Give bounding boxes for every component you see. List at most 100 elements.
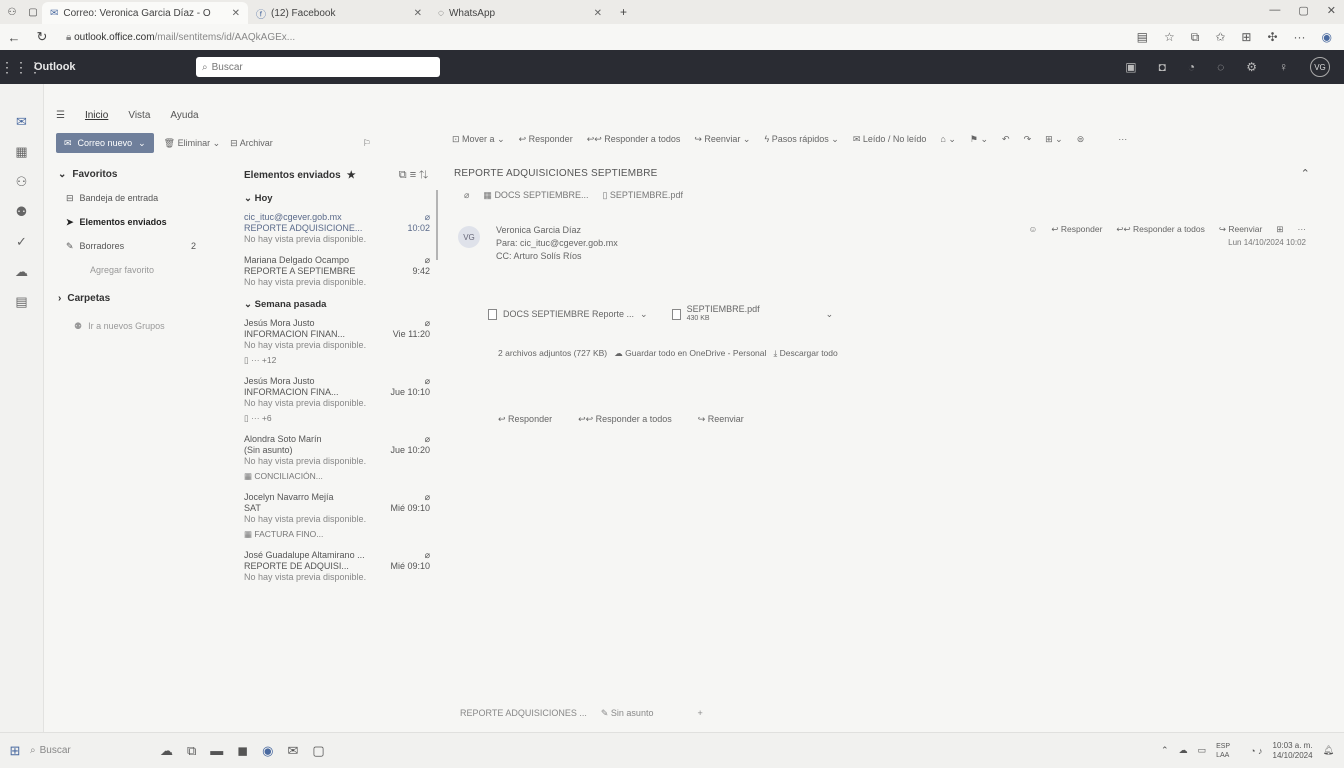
delete-button[interactable]: 🗑︎ Eliminar ⌄ <box>164 138 221 149</box>
windows-start-icon[interactable]: ⊞ <box>0 743 30 759</box>
archive-button[interactable]: ⊟ Archivar <box>230 138 273 149</box>
copilot-icon[interactable]: ◉ <box>1322 30 1332 45</box>
groups-link[interactable]: ⚉ Ir a nuevos Grupos <box>44 314 226 338</box>
reply-button[interactable]: ↩ Responder <box>1051 224 1102 235</box>
tab-ayuda[interactable]: Ayuda <box>170 110 198 121</box>
save-onedrive-link[interactable]: ☁ Guardar todo en OneDrive - Personal <box>614 348 766 358</box>
close-window-icon[interactable]: ✕ <box>1327 4 1336 17</box>
group-today[interactable]: ⌄ Hoy <box>226 188 438 208</box>
minimize-icon[interactable]: — <box>1269 4 1280 17</box>
collapse-icon[interactable]: ⌃ <box>1301 167 1314 180</box>
browser-profile-icon[interactable]: ⚇ <box>0 7 24 18</box>
tab-vista[interactable]: Vista <box>128 110 150 121</box>
more-icon[interactable]: ··· <box>1298 224 1307 235</box>
favorites-icon[interactable]: ✩ <box>1215 30 1225 45</box>
back-icon[interactable]: ← <box>0 30 28 45</box>
chevron-down-icon[interactable]: ⌄ <box>640 309 648 320</box>
reply-button[interactable]: ↩ Responder <box>498 414 552 425</box>
star-icon[interactable]: ★ <box>347 170 356 181</box>
attachment-chip[interactable]: ▦ FACTURA FINO... <box>244 529 430 540</box>
emoji-icon[interactable]: ☺ <box>1029 224 1038 235</box>
close-icon[interactable]: ✕ <box>594 8 602 19</box>
sidebar-item-sent[interactable]: ➤ Elementos enviados <box>44 210 226 234</box>
list-item[interactable]: José Guadalupe Altamirano ... ⌀ REPORTE D… <box>226 546 438 589</box>
undo-icon[interactable]: ↶ <box>1002 134 1010 145</box>
collections-icon[interactable]: ⊞ <box>1241 30 1251 45</box>
gear-icon[interactable]: ⚙ <box>1246 60 1257 74</box>
add-icon[interactable]: + <box>697 708 702 719</box>
meet-icon[interactable]: ▣ <box>1125 60 1136 74</box>
extensions-icon[interactable]: ✣ <box>1267 30 1277 45</box>
taskview-icon[interactable]: ⧉ <box>187 743 196 759</box>
redo-icon[interactable]: ↷ <box>1024 134 1032 145</box>
mail-app-icon[interactable]: ✉ <box>287 743 298 759</box>
filter-icon[interactable]: ≡ <box>410 169 416 181</box>
copy-icon[interactable]: ⧉ <box>399 169 407 181</box>
onedrive-icon[interactable]: ☁ <box>15 264 28 280</box>
list-item[interactable]: cic_ituc@cgever.gob.mx ⌀ REPORTE ADQUISIC… <box>226 208 438 251</box>
tab-inicio[interactable]: Inicio <box>85 110 108 121</box>
report-icon[interactable]: ⚐ <box>363 138 371 149</box>
add-favorite-link[interactable]: Agregar favorito <box>44 258 226 282</box>
mail-icon[interactable]: ✉ <box>16 114 27 130</box>
attachment-chip[interactable]: ▯ ··· +6 <box>244 413 430 424</box>
search-input[interactable]: ⌕ Buscar <box>196 57 440 77</box>
flag-icon[interactable]: ⚑ ⌄ <box>970 134 988 145</box>
download-all-link[interactable]: ⤓ Descargar todo <box>774 348 838 358</box>
ribbon-more-button[interactable]: ··· <box>1118 134 1127 144</box>
close-icon[interactable]: ✕ <box>232 8 240 19</box>
reader-icon[interactable]: ▤ <box>1137 30 1148 45</box>
clock[interactable]: 10:03 a. m. 14/10/2024 <box>1273 741 1313 761</box>
attachment-card[interactable]: SEPTIEMBRE.pdf 430 KB ⌄ <box>671 304 833 324</box>
tab-facebook[interactable]: ⓕ (12) Facebook ✕ <box>248 2 430 24</box>
folders-section[interactable]: › Carpetas <box>44 286 226 310</box>
attachment-chip[interactable]: ▯ SEPTIEMBRE.pdf <box>602 190 682 201</box>
rules-icon[interactable]: ⊞ ⌄ <box>1045 134 1063 145</box>
attachment-card[interactable]: DOCS SEPTIEMBRE Reporte ... ⌄ <box>488 308 648 320</box>
store-icon[interactable]: ◼ <box>237 743 248 759</box>
group-last-week[interactable]: ⌄ Semana pasada <box>226 294 438 314</box>
battery-icon[interactable]: ▭ <box>1198 745 1207 756</box>
new-tab-button[interactable]: + <box>610 5 627 19</box>
onedrive-tray-icon[interactable]: ☁ <box>1179 745 1188 756</box>
language-indicator[interactable]: ESP LAA <box>1216 742 1240 760</box>
notepad-icon[interactable]: ▢ <box>312 743 324 759</box>
sort-icon[interactable]: ⇅ <box>419 169 428 181</box>
split-screen-icon[interactable]: ⧉ <box>1191 30 1200 45</box>
maximize-icon[interactable]: ▢ <box>1298 4 1308 17</box>
sender-name[interactable]: Veronica Garcia Díaz <box>496 224 618 237</box>
app-launcher-icon[interactable]: ⋮⋮⋮ <box>0 59 42 76</box>
immersive-reader-icon[interactable]: ⊜ <box>1077 134 1085 145</box>
chevron-down-icon[interactable]: ⌄ <box>138 138 146 149</box>
reply-all-button[interactable]: ↩↩ Responder a todos <box>587 134 681 145</box>
draft-tab[interactable]: REPORTE ADQUISICIONES ... <box>460 708 587 719</box>
reply-button[interactable]: ↩ Responder <box>519 134 573 145</box>
list-item[interactable]: Mariana Delgado Ocampo ⌀ REPORTE A SEPTIE… <box>226 251 438 294</box>
list-scrollbar[interactable] <box>436 190 438 260</box>
edge-icon[interactable]: ◉ <box>262 743 273 759</box>
tab-outlook[interactable]: ✉ Correo: Veronica Garcia Díaz - O ✕ <box>42 2 248 24</box>
more-icon[interactable]: ··· <box>1294 30 1306 45</box>
groups-icon[interactable]: ⚉ <box>16 204 28 220</box>
apps-icon[interactable]: ▤ <box>15 294 27 310</box>
reload-icon[interactable]: ↻ <box>28 29 56 45</box>
wifi-volume-icon[interactable]: ◔ ♪ <box>1250 746 1262 756</box>
reply-all-button[interactable]: ↩↩ Responder a todos <box>578 414 672 425</box>
move-to-button[interactable]: ⊡ Mover a ⌄ <box>452 134 505 145</box>
attachment-chip[interactable]: ▦ DOCS SEPTIEMBRE... <box>483 190 588 201</box>
list-item[interactable]: Jocelyn Navarro Mejía ⌀ SAT Mié 09:10 No h… <box>226 488 438 546</box>
taskbar-search[interactable]: ⌕ Buscar <box>30 745 150 756</box>
draft-tab[interactable]: ✎ Sin asunto <box>601 708 654 719</box>
avatar[interactable]: VG <box>458 226 480 248</box>
list-item[interactable]: Jesús Mora Justo ⌀ INFORMACION FINAN... Vi… <box>226 314 438 372</box>
notification-icon[interactable]: 🔔︎ <box>1323 745 1334 756</box>
forward-button[interactable]: ↪ Reenviar ⌄ <box>694 134 750 145</box>
hamburger-icon[interactable]: ☰ <box>56 110 65 121</box>
grid-icon[interactable]: ⊞ <box>1276 224 1283 235</box>
sidebar-item-drafts[interactable]: ✎ Borradores 2 <box>44 234 226 258</box>
new-mail-button[interactable]: ✉ Correo nuevo ⌄ <box>56 133 154 153</box>
list-item[interactable]: Alondra Soto Marín ⌀ (Sin asunto) Jue 10:2… <box>226 430 438 488</box>
quick-steps-button[interactable]: ϟ Pasos rápidos ⌄ <box>764 134 838 145</box>
lightbulb-icon[interactable]: ♀ <box>1279 60 1288 74</box>
todo-icon[interactable]: ✓ <box>16 234 27 250</box>
